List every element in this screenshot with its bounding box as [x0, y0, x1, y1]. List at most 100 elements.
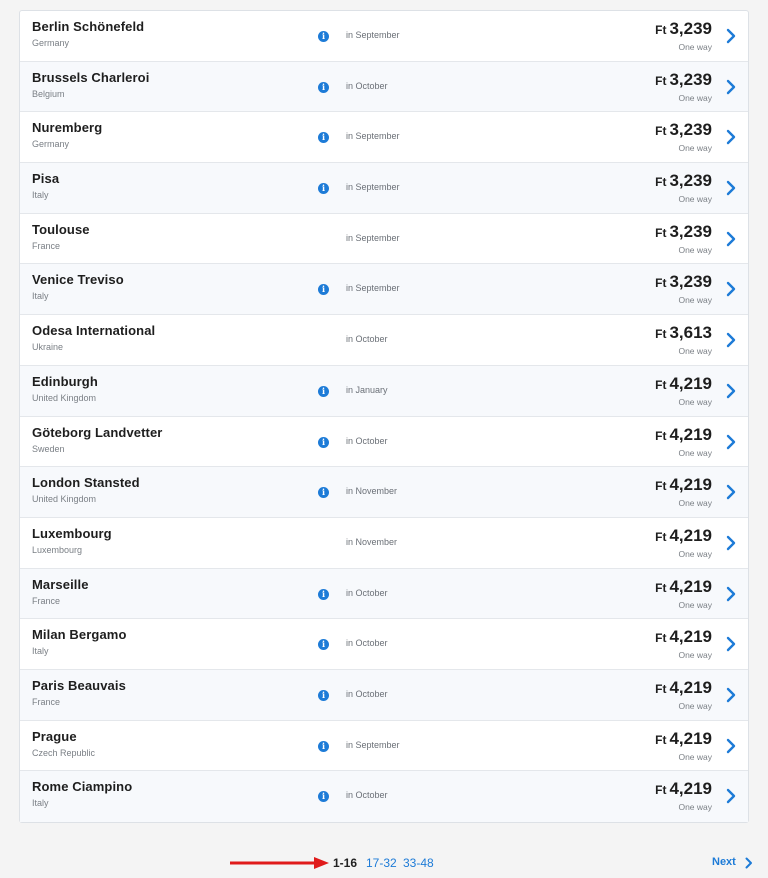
fare-amount: 4,219 — [669, 779, 712, 799]
info-icon[interactable]: i — [318, 31, 329, 42]
travel-month: in September — [346, 131, 400, 142]
destination-city: Venice Treviso — [32, 272, 124, 288]
destination-country: Ukraine — [32, 342, 64, 353]
info-icon[interactable]: i — [318, 588, 329, 600]
currency-label: Ft — [655, 124, 667, 139]
info-icon[interactable]: i — [318, 81, 329, 93]
info-icon[interactable]: i — [318, 284, 329, 296]
travel-month: in November — [346, 486, 398, 497]
fare-amount: 3,239 — [669, 171, 712, 191]
one-way-label: One way — [678, 751, 712, 762]
chevron-right-icon[interactable] — [726, 687, 736, 703]
fare-amount: 3,239 — [669, 120, 712, 140]
one-way-label: One way — [678, 650, 712, 661]
flight-row[interactable]: Berlin Schönefeld Germany i in September… — [20, 11, 748, 62]
fare-amount: 4,219 — [669, 525, 712, 545]
fare-price: Ft 4,219 — [655, 526, 712, 546]
flight-row[interactable]: Toulouse France in September Ft 3,239 One… — [20, 214, 748, 265]
flight-row[interactable]: Marseille France i in October Ft 4,219 On… — [20, 568, 748, 620]
chevron-right-icon[interactable] — [726, 383, 736, 399]
chevron-right-icon[interactable] — [726, 281, 736, 297]
one-way-label: One way — [678, 346, 712, 357]
one-way-label: One way — [678, 143, 712, 154]
flight-row[interactable]: London Stansted United Kingdom i in Nove… — [20, 467, 748, 518]
destination-city: Odesa International — [32, 323, 156, 339]
fare-amount: 3,239 — [669, 19, 712, 38]
fare-price: Ft 3,239 — [655, 222, 712, 242]
destination-country: Luxembourg — [32, 544, 83, 555]
info-icon[interactable]: i — [318, 436, 329, 448]
one-way-label: One way — [678, 498, 712, 509]
chevron-right-icon[interactable] — [726, 231, 736, 247]
info-icon[interactable]: i — [318, 639, 329, 651]
flight-row[interactable]: Luxembourg Luxembourg in November Ft 4,21… — [20, 518, 748, 569]
page-link-2[interactable]: 17-32 — [366, 856, 397, 870]
fare-amount: 4,219 — [669, 728, 712, 748]
destination-country: France — [32, 696, 61, 707]
currency-label: Ft — [655, 175, 667, 190]
one-way-label: One way — [678, 548, 712, 559]
page-link-3[interactable]: 33-48 — [403, 856, 434, 870]
chevron-right-icon[interactable] — [726, 129, 736, 145]
flight-row[interactable]: Rome Ciampino Italy i in October Ft 4,219… — [20, 771, 748, 822]
chevron-right-icon[interactable] — [726, 738, 736, 754]
destination-country: United Kingdom — [32, 494, 97, 505]
fare-amount: 3,239 — [669, 272, 712, 292]
fare-amount: 3,239 — [669, 221, 712, 241]
page-current: 1-16 — [333, 856, 358, 870]
info-icon[interactable]: i — [318, 689, 329, 701]
one-way-label: One way — [678, 396, 712, 407]
chevron-right-icon[interactable] — [726, 332, 736, 348]
chevron-right-icon[interactable] — [745, 857, 753, 869]
chevron-right-icon[interactable] — [726, 79, 736, 95]
fare-amount: 4,219 — [669, 424, 712, 444]
flight-list: Berlin Schönefeld Germany i in September… — [19, 10, 749, 823]
chevron-right-icon[interactable] — [726, 535, 736, 551]
travel-month: in October — [346, 638, 388, 649]
flight-row[interactable]: Milan Bergamo Italy i in October Ft 4,219… — [20, 619, 748, 670]
destination-country: Belgium — [32, 88, 65, 99]
travel-month: in September — [346, 30, 400, 40]
one-way-label: One way — [678, 599, 712, 610]
one-way-label: One way — [678, 802, 712, 813]
info-icon[interactable]: i — [318, 385, 329, 397]
fare-price: Ft 4,219 — [655, 425, 712, 445]
currency-label: Ft — [655, 529, 667, 544]
info-icon[interactable]: i — [318, 183, 329, 195]
flight-row[interactable]: Nuremberg Germany i in September Ft 3,239… — [20, 112, 748, 164]
flight-row[interactable]: Prague Czech Republic i in September Ft 4… — [20, 721, 748, 772]
travel-month: in September — [346, 283, 400, 294]
flight-row[interactable]: Venice Treviso Italy i in September Ft 3,… — [20, 264, 748, 316]
info-icon[interactable]: i — [318, 791, 329, 803]
info-icon[interactable]: i — [318, 740, 329, 752]
flight-row[interactable]: Pisa Italy i in September Ft 3,239 One wa… — [20, 163, 748, 214]
destination-city: Luxembourg — [32, 525, 112, 541]
flight-row[interactable]: Edinburgh United Kingdom i in January Ft… — [20, 365, 748, 417]
flight-row[interactable]: Göteborg Landvetter Sweden i in October … — [20, 417, 748, 468]
flight-row[interactable]: Brussels Charleroi Belgium i in October … — [20, 61, 748, 113]
next-button[interactable]: Next — [712, 856, 736, 868]
destination-city: Pisa — [32, 171, 60, 187]
chevron-right-icon[interactable] — [726, 788, 736, 804]
info-icon[interactable]: i — [318, 487, 329, 499]
chevron-right-icon[interactable] — [726, 586, 736, 602]
currency-label: Ft — [655, 23, 667, 37]
destination-country: Germany — [32, 38, 70, 48]
currency-label: Ft — [655, 276, 667, 291]
currency-label: Ft — [655, 631, 667, 646]
chevron-right-icon[interactable] — [726, 180, 736, 196]
chevron-right-icon[interactable] — [726, 28, 736, 44]
chevron-right-icon[interactable] — [726, 434, 736, 450]
chevron-right-icon[interactable] — [726, 636, 736, 652]
pagination: 1-16 17-32 33-48 Next — [0, 852, 768, 874]
red-arrow-annotation — [230, 857, 329, 869]
flight-row[interactable]: Odesa International Ukraine in October F… — [20, 315, 748, 366]
info-icon[interactable]: i — [318, 132, 329, 144]
fare-price: Ft 3,239 — [655, 171, 712, 191]
travel-month: in October — [346, 587, 388, 598]
destination-country: Italy — [32, 291, 49, 302]
one-way-label: One way — [678, 295, 712, 306]
flight-row[interactable]: Paris Beauvais France i in October Ft 4,2… — [20, 669, 748, 721]
travel-month: in October — [346, 80, 388, 91]
chevron-right-icon[interactable] — [726, 484, 736, 500]
